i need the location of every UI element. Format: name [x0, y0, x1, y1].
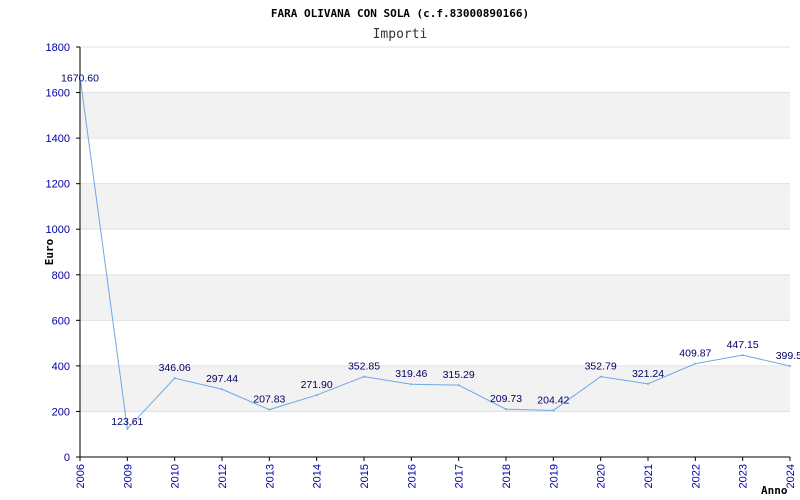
data-label: 207.83: [253, 394, 285, 406]
grid-band: [80, 183, 790, 230]
data-point: [268, 408, 271, 411]
grid-band: [80, 92, 790, 139]
data-point: [315, 394, 318, 397]
data-label: 352.85: [348, 361, 380, 373]
data-label: 321.24: [632, 368, 664, 380]
x-tick-label: 2020: [596, 464, 608, 488]
data-point: [789, 365, 791, 368]
x-tick-label: 2017: [454, 464, 466, 488]
x-tick-label: 2019: [548, 464, 560, 488]
y-tick-label: 1800: [46, 42, 70, 54]
grid-band: [80, 274, 790, 321]
data-point: [173, 377, 176, 380]
x-tick-label: 2023: [738, 464, 750, 488]
data-point: [410, 383, 413, 386]
chart-subtitle: Importi: [373, 27, 428, 42]
y-tick-label: 400: [52, 361, 70, 373]
data-point: [694, 362, 697, 365]
data-label: 271.90: [301, 379, 333, 391]
x-tick-label: 2016: [406, 464, 418, 488]
y-axis-label: Euro: [43, 238, 56, 265]
data-label: 447.15: [727, 339, 759, 351]
data-point: [505, 408, 507, 411]
data-point: [599, 375, 602, 378]
chart-title: FARA OLIVANA CON SOLA (c.f.83000890166): [271, 7, 529, 20]
data-point: [647, 382, 649, 385]
x-tick-label: 2018: [501, 464, 513, 488]
x-tick-label: 2014: [312, 464, 324, 488]
x-axis-label: Anno: [761, 484, 788, 497]
data-label: 315.29: [443, 369, 475, 381]
data-label: 352.79: [585, 361, 617, 373]
x-tick-label: 2010: [170, 464, 182, 488]
data-point: [221, 388, 223, 391]
data-label: 297.44: [206, 373, 238, 385]
data-label: 1670.60: [61, 72, 99, 84]
x-tick-label: 2021: [643, 464, 655, 488]
data-point: [126, 427, 129, 430]
data-point: [363, 375, 365, 378]
y-tick-label: 1600: [46, 88, 70, 100]
x-tick-label: 2013: [264, 464, 276, 488]
data-label: 123.61: [111, 416, 143, 428]
x-tick-label: 2009: [122, 464, 134, 488]
x-tick-label: 2006: [75, 464, 87, 488]
line-chart: FARA OLIVANA CON SOLA (c.f.83000890166) …: [43, 7, 800, 497]
data-label: 399.5: [776, 350, 800, 362]
y-tick-label: 600: [52, 315, 70, 327]
data-label: 319.46: [395, 368, 427, 380]
data-label: 204.42: [537, 394, 569, 406]
y-tick-label: 800: [52, 270, 70, 282]
y-tick-label: 0: [64, 452, 70, 464]
data-point: [552, 409, 555, 412]
y-tick-label: 1400: [46, 133, 70, 145]
data-label: 409.87: [679, 348, 711, 360]
x-tick-label: 2012: [217, 464, 229, 488]
x-axis-ticks: 2006 2009 2010 2012 2013 2014 2015 2016 2017 2018…: [75, 457, 797, 488]
y-tick-label: 1000: [46, 224, 70, 236]
x-tick-label: 2015: [359, 464, 371, 488]
data-label: 209.73: [490, 393, 522, 405]
data-point: [741, 354, 744, 357]
data-point: [457, 384, 460, 387]
x-tick-label: 2022: [690, 464, 702, 488]
y-tick-label: 200: [52, 406, 70, 418]
data-label: 346.06: [159, 362, 191, 374]
y-tick-label: 1200: [46, 179, 70, 191]
